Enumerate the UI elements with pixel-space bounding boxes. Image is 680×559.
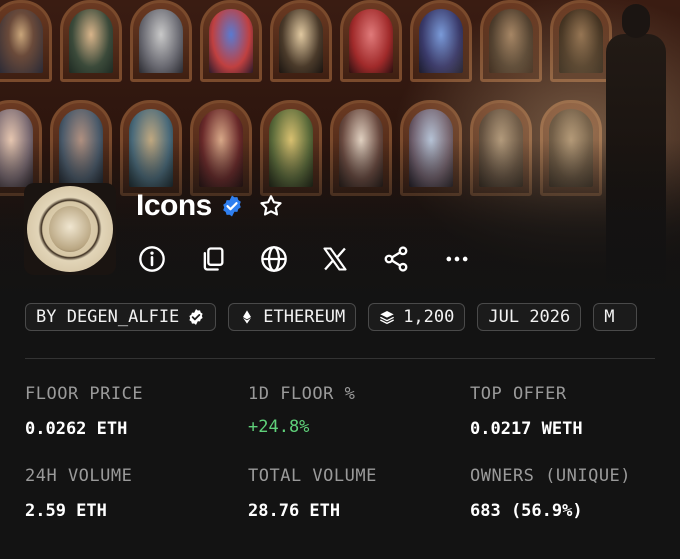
stat-total-volume: TOTAL VOLUME 28.76 ETH <box>248 466 377 521</box>
x-logo-icon[interactable] <box>320 244 350 274</box>
stat-label: TOP OFFER <box>470 384 567 404</box>
items-chip-label: 1,200 <box>403 307 455 327</box>
date-chip[interactable]: JUL 2026 <box>477 303 582 331</box>
more-icon[interactable] <box>442 244 472 274</box>
ethereum-icon <box>243 310 252 324</box>
collection-chips: BY DEGEN_ALFIE ETHEREUM 1,200 JUL 2026 M <box>25 303 638 331</box>
star-icon[interactable] <box>258 193 284 219</box>
chain-chip[interactable]: ETHEREUM <box>228 303 357 331</box>
collection-title: Icons <box>136 189 212 222</box>
globe-icon[interactable] <box>259 244 289 274</box>
action-bar <box>137 244 472 274</box>
stat-value: 0.0262 ETH <box>25 419 128 439</box>
items-chip[interactable]: 1,200 <box>368 303 466 331</box>
copy-icon[interactable] <box>198 244 228 274</box>
creator-chip-label: BY DEGEN_ALFIE <box>36 307 180 327</box>
stat-value: 28.76 ETH <box>248 501 341 521</box>
stat-value-positive: +24.8% <box>248 417 310 437</box>
stat-label: 1D FLOOR % <box>248 384 356 404</box>
info-icon[interactable] <box>137 244 167 274</box>
stat-top-offer: TOP OFFER 0.0217 WETH <box>470 384 583 439</box>
stat-label: OWNERS (UNIQUE) <box>470 466 632 486</box>
chain-chip-label: ETHEREUM <box>263 307 346 327</box>
title-row: Icons <box>136 189 284 223</box>
date-chip-label: JUL 2026 <box>488 307 571 327</box>
share-icon[interactable] <box>381 244 411 274</box>
stat-label: 24H VOLUME <box>25 466 133 486</box>
stat-value: 683 (56.9%) <box>470 501 583 521</box>
stat-owners: OWNERS (UNIQUE) 683 (56.9%) <box>470 466 631 521</box>
verified-badge-icon <box>223 195 241 217</box>
divider <box>25 358 655 359</box>
verified-creator-icon <box>189 309 203 325</box>
stat-24h-volume: 24H VOLUME 2.59 ETH <box>25 466 132 521</box>
stat-value: 0.0217 WETH <box>470 419 583 439</box>
creator-chip[interactable]: BY DEGEN_ALFIE <box>25 303 217 331</box>
stat-label: TOTAL VOLUME <box>248 466 377 486</box>
stat-1d-floor: 1D FLOOR % +24.8% <box>248 384 355 437</box>
stat-label: FLOOR PRICE <box>25 384 144 404</box>
collection-logo <box>24 183 116 275</box>
overflow-chip-label: M <box>604 307 615 327</box>
layers-icon <box>380 311 395 325</box>
stat-value: 2.59 ETH <box>25 501 107 521</box>
stat-floor-price: FLOOR PRICE 0.0262 ETH <box>25 384 143 439</box>
overflow-chip[interactable]: M <box>593 303 638 331</box>
